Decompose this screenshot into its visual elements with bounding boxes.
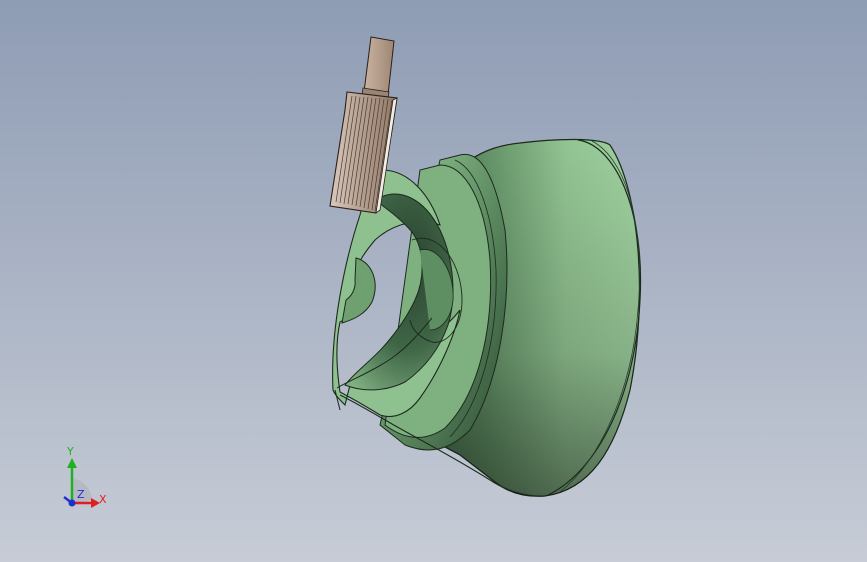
z-axis-label: Z	[77, 488, 85, 501]
triad-origin	[68, 499, 76, 507]
x-axis-label: X	[99, 493, 107, 506]
y-axis-label: Y	[66, 445, 74, 458]
model-scene[interactable]: Y X Z	[0, 0, 867, 562]
graphics-viewport[interactable]: Y X Z	[0, 0, 867, 562]
